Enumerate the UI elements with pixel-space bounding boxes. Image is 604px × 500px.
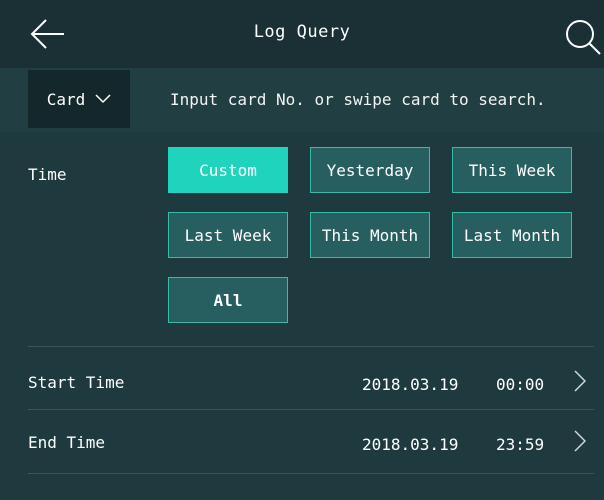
chevron-down-icon <box>95 94 111 104</box>
start-time-date[interactable]: 2018.03.19 <box>362 375 458 394</box>
divider <box>28 473 594 474</box>
time-option-last-week[interactable]: Last Week <box>168 212 288 258</box>
time-label: Time <box>28 165 67 184</box>
search-input[interactable]: Input card No. or swipe card to search. <box>170 90 546 109</box>
end-time-clock[interactable]: 23:59 <box>496 435 544 454</box>
search-type-label: Card <box>46 89 86 109</box>
start-time-clock[interactable]: 00:00 <box>496 375 544 394</box>
search-icon[interactable] <box>562 16 602 56</box>
chevron-right-icon[interactable] <box>574 430 586 452</box>
time-option-custom[interactable]: Custom <box>168 147 288 193</box>
time-option-yesterday[interactable]: Yesterday <box>310 147 430 193</box>
search-type-dropdown[interactable]: Card <box>28 70 130 128</box>
end-time-label: End Time <box>28 433 106 452</box>
chevron-right-icon[interactable] <box>574 370 586 392</box>
divider <box>28 346 594 347</box>
page-title: Log Query <box>253 22 351 42</box>
time-option-last-month[interactable]: Last Month <box>452 212 572 258</box>
divider <box>28 409 594 410</box>
time-option-this-week[interactable]: This Week <box>452 147 572 193</box>
time-option-this-month[interactable]: This Month <box>310 212 430 258</box>
end-time-date[interactable]: 2018.03.19 <box>362 435 458 454</box>
start-time-label: Start Time <box>28 373 125 392</box>
time-option-all[interactable]: All <box>168 277 288 323</box>
